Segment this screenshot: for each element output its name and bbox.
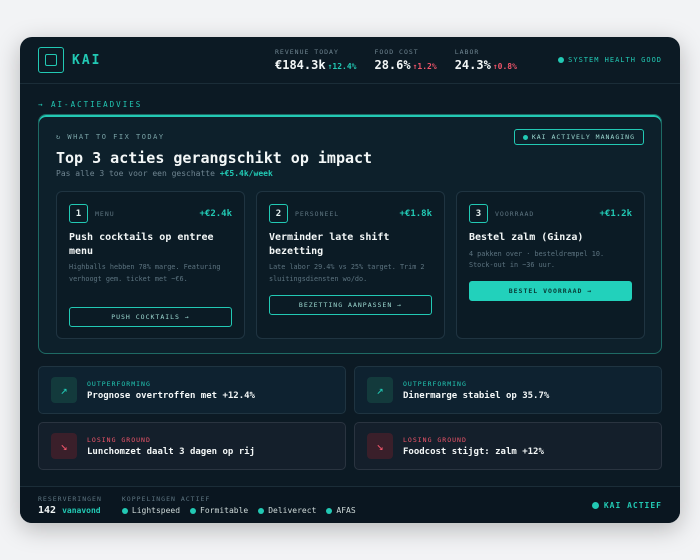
- section-label: → AI-ACTIEADVIES: [38, 100, 143, 109]
- insight-message: Prognose overtroffen met +12.4%: [87, 390, 255, 401]
- metric-change: ↑1.2%: [412, 62, 437, 71]
- action-description: Highballs hebben 78% marge. Featuring ve…: [69, 263, 221, 283]
- status-dot-icon: [326, 507, 333, 514]
- action-cards: 1 MENU +€2.4k Push cocktails op entree m…: [56, 191, 645, 339]
- panel-subtitle: Pas alle 3 toe voor een geschatte +€5.4k…: [56, 169, 273, 178]
- app-window: KAI REVENUE TODAY €184.3k ↑12.4% FOOD COS…: [20, 37, 680, 523]
- ai-actions-panel: ↻ WHAT TO FIX TODAY Top 3 acties gerangs…: [38, 114, 662, 354]
- insight-message: Foodcost stijgt: zalm +12%: [403, 446, 544, 457]
- action-category: MENU: [95, 209, 115, 218]
- insight-card[interactable]: ↗ OUTPERFORMING Prognose overtroffen met…: [38, 366, 346, 414]
- metric-food-cost: FOOD COST 28.6% ↑1.2%: [374, 48, 436, 72]
- reservations-count: 142: [38, 504, 57, 516]
- metric-change: ↑12.4%: [327, 62, 357, 71]
- metric-revenue: REVENUE TODAY €184.3k ↑12.4%: [275, 48, 356, 72]
- metric-value: €184.3k: [275, 58, 326, 72]
- status-dot-icon: [591, 501, 599, 509]
- action-impact: +€1.2k: [599, 208, 632, 219]
- footer-bar: RESERVERINGEN 142 vanavond KOPPELINGEN AC…: [20, 486, 680, 523]
- action-card-2: 2 PERSONEEL +€1.8k Verminder late shift …: [256, 191, 445, 339]
- status-dot-icon: [558, 57, 565, 63]
- insight-message: Dinermarge stabiel op 35.7%: [403, 390, 550, 401]
- trend-up-icon: ↗: [367, 377, 393, 403]
- top-bar: KAI REVENUE TODAY €184.3k ↑12.4% FOOD COS…: [20, 37, 680, 84]
- reservations-block: RESERVERINGEN 142 vanavond: [38, 495, 102, 516]
- insights-grid: ↗ OUTPERFORMING Prognose overtroffen met…: [38, 366, 662, 470]
- managing-badge-label: KAI ACTIVELY MANAGING: [531, 133, 635, 141]
- app-name: KAI: [72, 52, 102, 68]
- action-category: PERSONEEL: [295, 209, 340, 218]
- metric-change: ↑0.8%: [492, 62, 517, 71]
- rank-badge: 2: [269, 204, 288, 223]
- kai-active-label: KAI ACTIEF: [603, 500, 662, 510]
- action-description: 4 pakken over · besteldrempel 10. Stock-…: [469, 249, 605, 270]
- integration-item: Lightspeed: [121, 506, 180, 515]
- subtitle-value: +€5.4k/week: [219, 169, 273, 178]
- logo-icon: [38, 47, 64, 73]
- push-cocktails-button[interactable]: PUSH COCKTAILS →: [69, 307, 232, 327]
- insight-card[interactable]: ↘ LOSING GROUND Lunchomzet daalt 3 dagen…: [38, 422, 346, 470]
- metric-value: 28.6%: [374, 58, 411, 72]
- action-title: Bestel zalm (Ginza): [469, 232, 584, 243]
- integrations-block: KOPPELINGEN ACTIEF Lightspeed Formitable…: [121, 495, 356, 515]
- order-stock-button[interactable]: BESTEL VOORRAAD →: [469, 281, 632, 301]
- action-description: Late labor 29.4% vs 25% target. Trim 2 s…: [269, 263, 425, 283]
- metric-labor: LABOR 24.3% ↑0.8%: [455, 48, 517, 72]
- trend-down-icon: ↘: [367, 433, 393, 459]
- kai-managing-badge: KAI ACTIVELY MANAGING: [513, 129, 644, 145]
- trend-down-icon: ↘: [51, 433, 77, 459]
- status-dot-icon: [522, 134, 528, 140]
- status-dot-icon: [258, 507, 265, 514]
- subtitle-text: Pas alle 3 toe voor een geschatte: [56, 169, 215, 178]
- adjust-staffing-button[interactable]: BEZETTING AANPASSEN →: [269, 295, 432, 315]
- action-impact: +€2.4k: [199, 208, 232, 219]
- reservations-label: RESERVERINGEN: [38, 494, 102, 503]
- kai-active-status: KAI ACTIEF: [591, 500, 662, 510]
- system-health-status: SYSTEM HEALTH GOOD: [558, 56, 662, 64]
- insight-tag: LOSING GROUND: [403, 435, 467, 444]
- action-impact: +€1.8k: [399, 208, 432, 219]
- insight-tag: OUTPERFORMING: [403, 379, 467, 388]
- action-title: Verminder late shift bezetting: [269, 232, 390, 257]
- status-dot-icon: [190, 507, 197, 514]
- insight-card[interactable]: ↘ LOSING GROUND Foodcost stijgt: zalm +1…: [354, 422, 662, 470]
- insight-card[interactable]: ↗ OUTPERFORMING Dinermarge stabiel op 35…: [354, 366, 662, 414]
- action-category: VOORRAAD: [495, 209, 535, 218]
- action-card-3: 3 VOORRAAD +€1.2k Bestel zalm (Ginza) 4 …: [456, 191, 645, 339]
- integration-item: AFAS: [326, 506, 356, 515]
- trend-up-icon: ↗: [51, 377, 77, 403]
- integration-item: Formitable: [190, 506, 248, 515]
- rank-badge: 3: [469, 204, 488, 223]
- integration-item: Deliverect: [258, 506, 316, 515]
- action-title: Push cocktails op entree menu: [69, 232, 214, 257]
- action-card-1: 1 MENU +€2.4k Push cocktails op entree m…: [56, 191, 245, 339]
- insight-message: Lunchomzet daalt 3 dagen op rij: [87, 446, 255, 457]
- insight-tag: OUTPERFORMING: [87, 379, 151, 388]
- kpi-metrics: REVENUE TODAY €184.3k ↑12.4% FOOD COST 28…: [275, 48, 517, 72]
- rank-badge: 1: [69, 204, 88, 223]
- status-dot-icon: [121, 507, 128, 514]
- system-health-label: SYSTEM HEALTH GOOD: [568, 56, 662, 64]
- metric-label: LABOR: [454, 48, 480, 56]
- metric-label: REVENUE TODAY: [275, 48, 339, 56]
- insight-tag: LOSING GROUND: [87, 435, 151, 444]
- metric-value: 24.3%: [454, 58, 491, 72]
- panel-title: Top 3 acties gerangschikt op impact: [56, 149, 373, 167]
- metric-label: FOOD COST: [374, 48, 419, 56]
- panel-kicker: ↻ WHAT TO FIX TODAY: [56, 133, 165, 141]
- reservations-period: vanavond: [62, 505, 101, 515]
- integrations-label: KOPPELINGEN ACTIEF: [121, 495, 211, 503]
